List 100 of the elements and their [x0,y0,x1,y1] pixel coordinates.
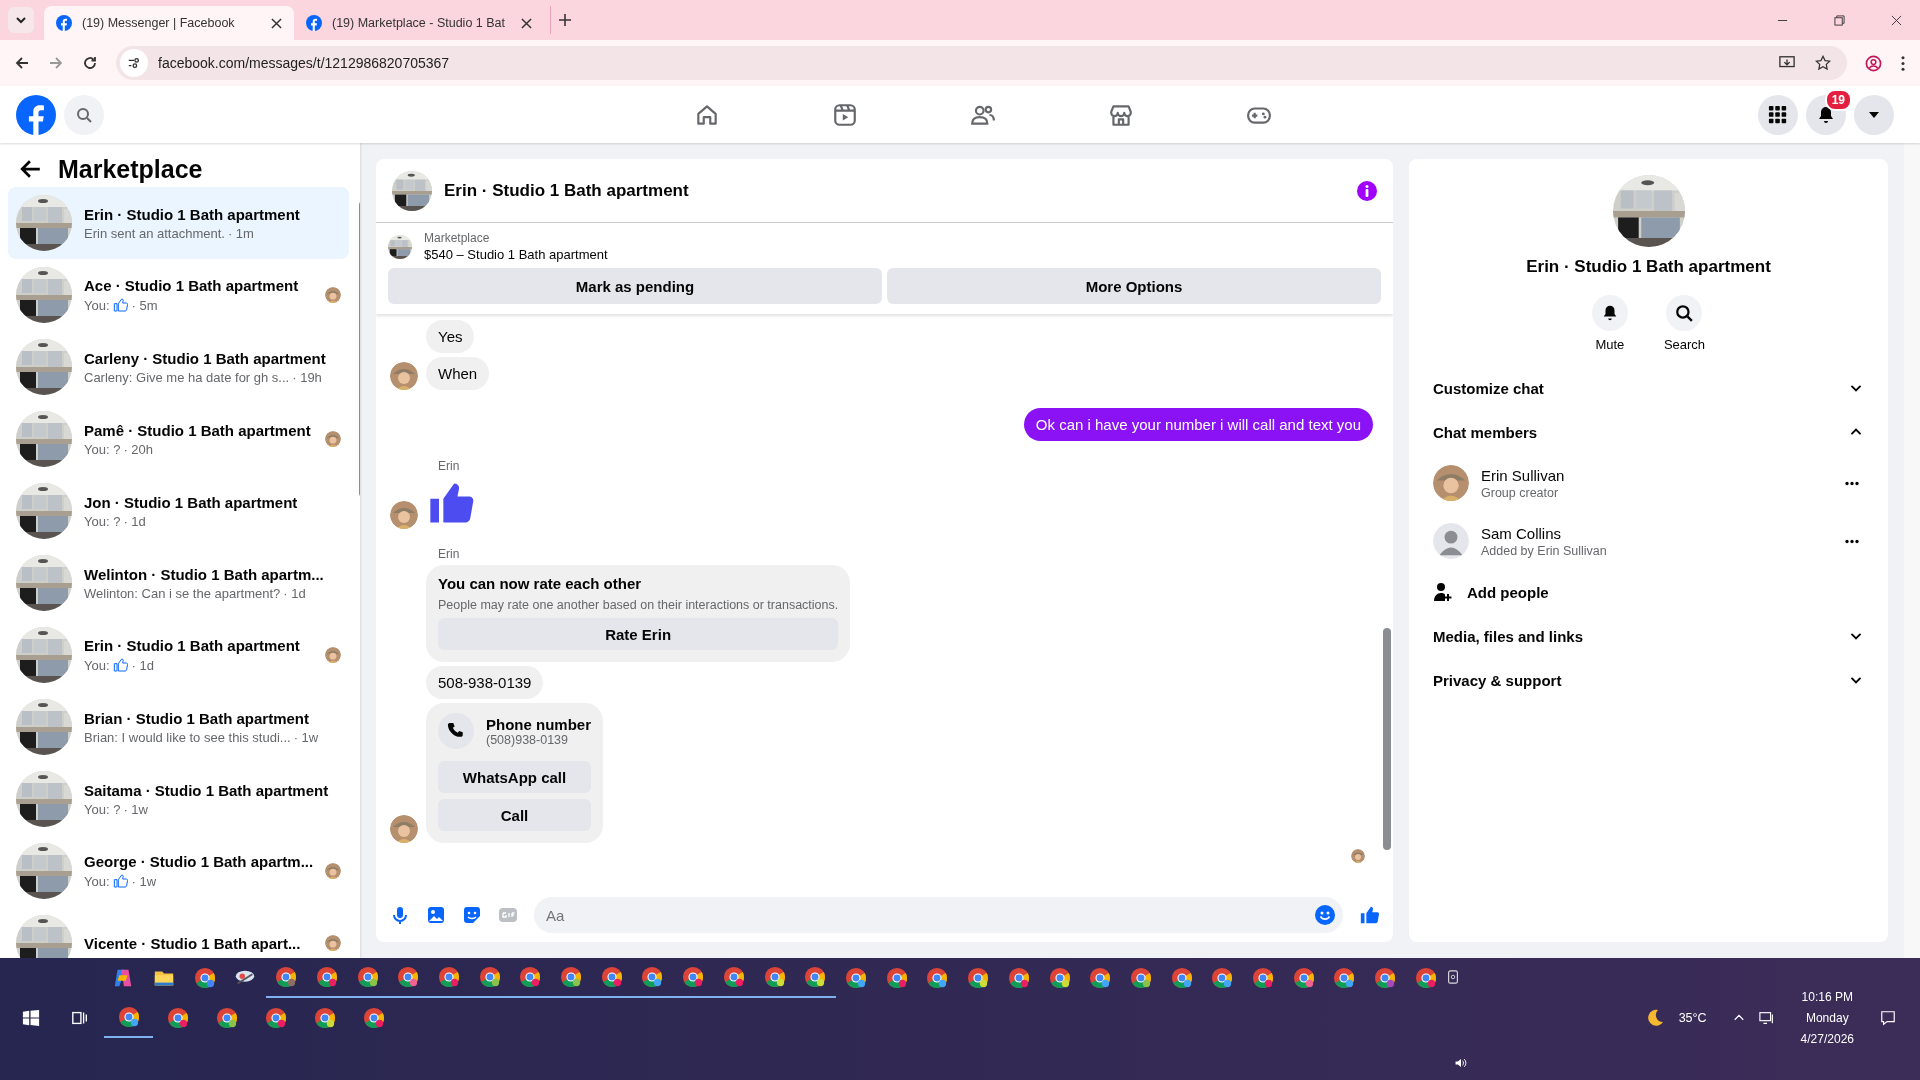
browser-icon[interactable] [763,966,786,988]
message-field[interactable]: Aa [534,897,1343,933]
volume-icon[interactable] [1454,1056,1468,1070]
browser-icon[interactable] [1414,967,1437,989]
address-field[interactable]: facebook.com/messages/t/1212986820705367 [116,46,1847,80]
browser-icon[interactable] [1333,967,1356,989]
thumbs-up-icon[interactable] [1359,904,1381,926]
network-icon[interactable] [1758,1010,1775,1026]
conversation-title: Erin · Studio 1 Bath apartment [84,637,301,654]
menu-button[interactable] [1758,94,1798,135]
conversation-item[interactable]: Jon · Studio 1 Bath apartment You: ? · 1d [8,475,350,547]
browser-icon[interactable] [264,1007,287,1029]
forward-icon[interactable] [48,55,64,71]
close-icon[interactable] [1891,14,1902,26]
browser-icon[interactable] [967,967,990,989]
browser-icon[interactable] [478,966,501,988]
browser-icon[interactable] [117,1006,140,1028]
browser-icon[interactable] [1007,967,1030,989]
close-icon[interactable] [271,17,282,29]
more-icon[interactable] [1844,538,1860,544]
mute-button[interactable] [1591,295,1628,331]
more-icon[interactable] [1900,54,1906,72]
browser-icon[interactable] [1170,967,1193,989]
browser-icon[interactable] [682,966,705,988]
action-button[interactable]: Mark as pending [388,268,882,304]
info-icon[interactable] [1357,180,1377,201]
member-role: Added by Erin Sullivan [1481,543,1607,558]
sticker-icon[interactable] [462,905,482,925]
member-role: Group creator [1481,485,1560,500]
conversation-item[interactable]: Erin · Studio 1 Bath apartment Erin sent an attachment. · 1m [8,187,350,259]
conversation-item[interactable]: Welinton · Studio 1 Bath apartm... Welinton: Can i se the apartment? · 1d [8,547,350,619]
call-button[interactable]: WhatsApp call [438,761,591,793]
sender-name: Erin [437,459,460,473]
rate-button[interactable]: Rate Erin [438,618,839,650]
section-header[interactable]: Customize chat [1425,366,1872,410]
more-icon[interactable] [1844,480,1860,486]
conversation-item[interactable]: George · Studio 1 Bath apartm... You: · 1w [8,835,350,907]
image-icon[interactable] [426,905,446,925]
browser-icon[interactable] [722,966,745,988]
browser-icon[interactable] [313,1007,336,1029]
conversation-item[interactable]: Ace · Studio 1 Bath apartment You: · 5m [8,259,350,331]
section-header[interactable]: Media, files and links [1425,614,1872,658]
meet-now-icon[interactable] [1446,969,1461,984]
browser-icon[interactable] [804,966,827,988]
restore-icon[interactable] [1834,14,1845,26]
reload-icon[interactable] [82,55,98,71]
profile-icon[interactable] [1865,54,1882,72]
browser-icon[interactable] [362,1007,385,1029]
browser-icon[interactable] [1292,967,1315,989]
back-icon[interactable] [14,55,30,71]
browser-icon[interactable] [437,966,460,988]
action-button[interactable]: More Options [887,268,1381,304]
browser-icon[interactable] [397,966,420,988]
browser-icon[interactable] [1374,967,1397,989]
message-preview: Welinton: Can i se the apartment? [84,585,281,601]
close-icon[interactable] [521,17,532,29]
site-settings-icon[interactable] [127,56,141,70]
browser-tab[interactable]: (19) Messenger | Facebook [44,6,294,40]
task-view-icon[interactable] [70,1009,89,1027]
browser-icon[interactable] [519,966,542,988]
browser-icon[interactable] [166,1007,189,1029]
browser-icon[interactable] [356,966,379,988]
windows-icon[interactable] [21,1009,40,1027]
browser-icon[interactable] [926,967,949,989]
browser-icon[interactable] [845,967,867,989]
section-header[interactable]: Privacy & support [1425,658,1872,702]
browser-icon[interactable] [1089,967,1112,989]
call-button[interactable]: Call [438,799,591,831]
conversation-item[interactable]: Carleny · Studio 1 Bath apartment Carleny: Give me ha date for gh s... · 19h [8,331,350,403]
add-people-button[interactable]: Add people [1425,570,1872,614]
browser-tab[interactable]: (19) Marketplace - Studio 1 Bat [294,6,544,40]
clock-day: Monday [1800,1007,1854,1029]
browser-icon[interactable] [1252,967,1275,989]
browser-icon[interactable] [600,966,623,988]
browser-icon[interactable] [641,966,664,988]
browser-icon[interactable] [275,966,298,988]
emoji-icon[interactable] [1315,905,1335,925]
back-arrow-icon[interactable] [20,158,42,180]
conversation-title: Erin · Studio 1 Bath apartment [84,205,301,223]
notification-icon[interactable] [1880,1010,1896,1026]
conversation-item[interactable]: Brian · Studio 1 Bath apartment Brian: I would like to see this studi... · 1w [8,691,350,763]
browser-icon[interactable] [560,966,583,988]
search-button[interactable] [1666,295,1703,331]
browser-icon[interactable] [1211,967,1234,989]
browser-icon[interactable] [215,1007,238,1029]
conversation-item[interactable]: Erin · Studio 1 Bath apartment You: · 1d [8,619,350,691]
microphone-icon[interactable] [390,905,410,925]
browser-icon[interactable] [193,967,216,989]
conversation-item[interactable]: Saitama · Studio 1 Bath apartment You: ? · 1w [8,763,350,835]
scrollbar[interactable] [1904,143,1920,958]
section-header[interactable]: Chat members [1425,410,1872,454]
browser-icon[interactable] [885,967,908,989]
facebook-logo-icon[interactable] [16,94,56,135]
tab-search-button[interactable] [8,7,34,33]
video-icon[interactable] [832,101,858,128]
browser-icon[interactable] [1048,967,1071,989]
star-icon[interactable] [1815,55,1831,71]
browser-icon[interactable] [1129,967,1152,989]
browser-icon[interactable] [315,966,338,988]
conversation-item[interactable]: Pamê · Studio 1 Bath apartment You: ? · 20h [8,403,350,475]
